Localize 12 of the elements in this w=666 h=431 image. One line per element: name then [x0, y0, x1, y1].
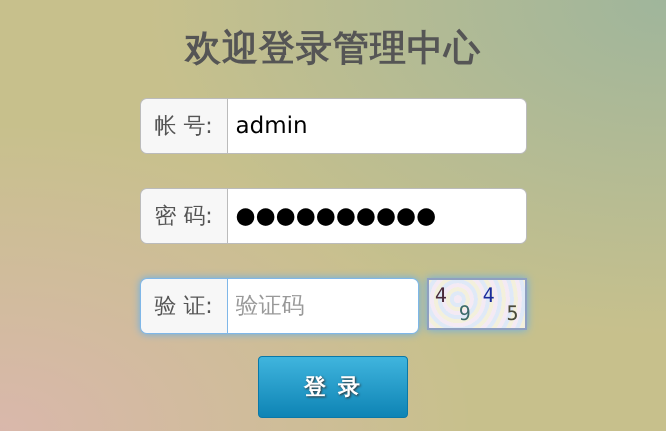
page-title: 欢迎登录管理中心	[185, 27, 481, 71]
field-label: 密 码:	[140, 188, 226, 244]
captcha-image[interactable]: 4 9 4 5	[427, 278, 526, 330]
username-field[interactable]: admin	[226, 98, 526, 154]
captcha-field[interactable]: 验证码	[226, 278, 419, 334]
captcha-char: 4	[434, 282, 447, 309]
field-label: 帐 号:	[140, 98, 226, 154]
password-field[interactable]: ●●●●●●●●●●	[226, 188, 526, 244]
field-label: 验 证:	[140, 278, 226, 334]
captcha-char: 4	[482, 282, 495, 309]
captcha-char: 9	[458, 300, 471, 327]
captcha-char: 5	[506, 300, 519, 327]
